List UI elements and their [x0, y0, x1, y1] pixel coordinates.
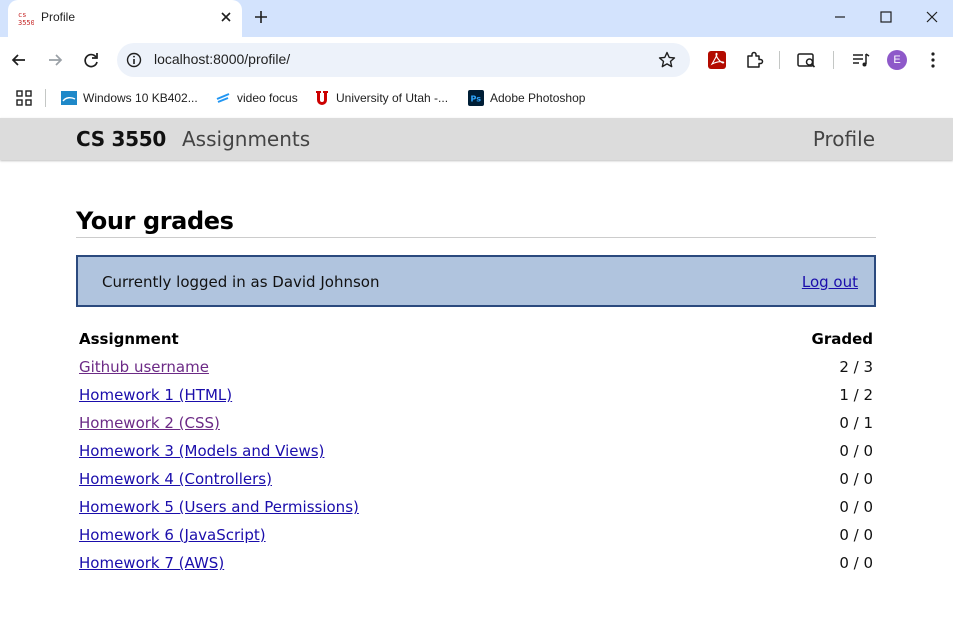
assignment-link[interactable]: Github username	[79, 358, 209, 376]
bookmark-label: video focus	[237, 91, 298, 105]
adobe-acrobat-icon[interactable]	[706, 49, 728, 71]
graded-cell: 0 / 0	[839, 526, 873, 544]
assignment-cell: Homework 6 (JavaScript)	[76, 521, 723, 549]
maximize-icon[interactable]	[875, 7, 897, 27]
tab-title: Profile	[41, 10, 76, 24]
bookmark-star-icon[interactable]	[657, 50, 677, 70]
table-row: Homework 6 (JavaScript) 0 / 0	[76, 521, 876, 549]
svg-text:Ps: Ps	[471, 95, 482, 104]
login-status-box: Currently logged in as David Johnson Log…	[76, 255, 876, 307]
graded-cell: 0 / 0	[839, 442, 873, 460]
table-row: Homework 3 (Models and Views) 0 / 0	[76, 437, 876, 465]
table-row: Homework 2 (CSS) 0 / 1	[76, 409, 876, 437]
assignment-cell: Homework 4 (Controllers)	[76, 465, 723, 493]
assignment-cell: Homework 5 (Users and Permissions)	[76, 493, 723, 521]
extensions-puzzle-icon[interactable]	[743, 49, 765, 71]
address-bar[interactable]: localhost:8000/profile/	[117, 43, 690, 77]
site-navbar: CS 3550 Assignments Profile	[0, 118, 953, 160]
table-row: Github username 2 / 3	[76, 353, 876, 381]
media-controls-icon[interactable]	[850, 49, 872, 71]
assignment-link[interactable]: Homework 7 (AWS)	[79, 554, 224, 572]
table-row: Homework 5 (Users and Permissions) 0 / 0	[76, 493, 876, 521]
utah-u-icon	[316, 91, 328, 105]
assignment-cell: Github username	[76, 353, 723, 381]
bookmarks-bar: Windows 10 KB402... video focus Universi…	[0, 82, 953, 114]
browser-toolbar: localhost:8000/profile/ E	[0, 37, 953, 82]
grades-table-body: Github username 2 / 3 Homework 1 (HTML) 1 /…	[76, 353, 876, 577]
window-close-icon[interactable]	[921, 7, 943, 27]
back-arrow-icon[interactable]	[8, 49, 30, 71]
tab-close-icon[interactable]	[217, 8, 235, 26]
graded-cell: 2 / 3	[839, 358, 873, 376]
windows-update-icon	[61, 91, 77, 105]
bookmarks-separator	[45, 89, 46, 107]
column-header-graded: Graded	[811, 330, 873, 348]
assignment-cell: Homework 3 (Models and Views)	[76, 437, 723, 465]
video-focus-icon	[216, 93, 230, 103]
toolbar-separator	[779, 51, 780, 69]
bookmark-video-focus[interactable]: video focus	[215, 88, 298, 108]
graded-cell: 0 / 0	[839, 498, 873, 516]
tab-strip: cs 3550 Profile	[0, 0, 953, 37]
assignment-link[interactable]: Homework 5 (Users and Permissions)	[79, 498, 359, 516]
profile-avatar[interactable]: E	[887, 50, 907, 70]
assignment-cell: Homework 1 (HTML)	[76, 381, 723, 409]
nav-profile-link[interactable]: Profile	[813, 127, 875, 151]
logout-link[interactable]: Log out	[802, 273, 858, 291]
assignment-cell: Homework 7 (AWS)	[76, 549, 723, 577]
assignment-link[interactable]: Homework 2 (CSS)	[79, 414, 220, 432]
assignment-link[interactable]: Homework 6 (JavaScript)	[79, 526, 266, 544]
heading-divider	[76, 237, 876, 238]
graded-cell: 0 / 0	[839, 470, 873, 488]
bookmark-windows-update[interactable]: Windows 10 KB402...	[61, 88, 198, 108]
tab-search-icon[interactable]	[796, 49, 818, 71]
bookmark-label: Adobe Photoshop	[490, 91, 586, 105]
photoshop-icon: Ps	[468, 90, 484, 106]
login-status-text: Currently logged in as David Johnson	[102, 273, 380, 291]
table-row: Homework 1 (HTML) 1 / 2	[76, 381, 876, 409]
page-title: Your grades	[76, 207, 234, 235]
table-header-row: Assignment Graded	[76, 325, 876, 353]
assignment-cell: Homework 2 (CSS)	[76, 409, 723, 437]
more-menu-icon[interactable]	[922, 49, 944, 71]
table-row: Homework 4 (Controllers) 0 / 0	[76, 465, 876, 493]
assignment-link[interactable]: Homework 1 (HTML)	[79, 386, 232, 404]
graded-cell: 0 / 1	[839, 414, 873, 432]
cs3550-favicon-icon: cs 3550	[18, 11, 34, 26]
nav-assignments-link[interactable]: Assignments	[182, 127, 310, 151]
assignment-link[interactable]: Homework 3 (Models and Views)	[79, 442, 324, 460]
minimize-icon[interactable]	[829, 7, 851, 27]
table-row: Homework 7 (AWS) 0 / 0	[76, 549, 876, 577]
toolbar-separator	[833, 51, 834, 69]
graded-cell: 1 / 2	[839, 386, 873, 404]
bookmark-label: Windows 10 KB402...	[83, 91, 198, 105]
graded-cell: 0 / 0	[839, 554, 873, 572]
grades-table: Assignment Graded Github username 2 / 3 Ho…	[76, 325, 876, 577]
url-text[interactable]: localhost:8000/profile/	[154, 51, 290, 67]
bookmark-university-of-utah[interactable]: University of Utah -...	[314, 88, 448, 108]
browser-tab[interactable]: cs 3550 Profile	[8, 0, 242, 37]
svg-text:3550: 3550	[18, 19, 34, 26]
forward-arrow-icon[interactable]	[44, 49, 66, 71]
new-tab-icon[interactable]	[251, 7, 271, 27]
bookmark-adobe-photoshop[interactable]: Ps Adobe Photoshop	[468, 88, 585, 108]
svg-text:cs: cs	[18, 11, 26, 19]
assignment-link[interactable]: Homework 4 (Controllers)	[79, 470, 272, 488]
bookmark-label: University of Utah -...	[336, 91, 449, 105]
site-info-icon[interactable]	[125, 51, 143, 69]
column-header-assignment: Assignment	[79, 330, 179, 348]
reload-icon[interactable]	[80, 49, 102, 71]
site-brand-link[interactable]: CS 3550	[76, 127, 166, 151]
apps-grid-icon[interactable]	[15, 89, 33, 107]
